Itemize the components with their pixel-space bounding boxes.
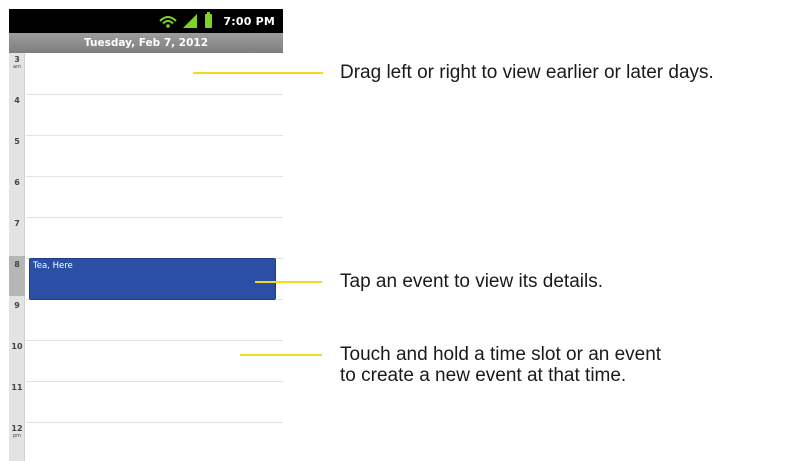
hour-label-4: 4 [14, 96, 20, 105]
hour-divider [26, 176, 283, 177]
callout-line [255, 281, 322, 283]
signal-icon [183, 14, 198, 28]
hour-label-10: 10 [11, 342, 23, 351]
wifi-icon [159, 16, 178, 28]
status-time: 7:00 PM [223, 14, 275, 28]
hour-label-5: 5 [14, 137, 20, 146]
calendar-day-view: 7:00 PM Tuesday, Feb 7, 2012 3 am 4 5 6 7… [9, 9, 283, 461]
hour-divider [26, 422, 283, 423]
hour-label-7: 7 [14, 219, 20, 228]
hour-label-6: 6 [14, 178, 20, 187]
calendar-event[interactable]: Tea, Here [29, 258, 276, 300]
callout-line [240, 354, 322, 356]
hour-divider [26, 135, 283, 136]
callout-tap-event: Tap an event to view its details. [340, 271, 603, 292]
hour-label-12: 12 pm [11, 424, 23, 439]
date-header[interactable]: Tuesday, Feb 7, 2012 [9, 33, 283, 53]
hour-divider [26, 340, 283, 341]
callout-drag-days: Drag left or right to view earlier or la… [340, 62, 714, 83]
event-title: Tea, Here [33, 261, 73, 271]
battery-icon [205, 12, 213, 28]
hour-divider [26, 217, 283, 218]
hour-label-9: 9 [14, 301, 20, 310]
callout-line [193, 72, 323, 74]
hour-column: 3 am 4 5 6 7 8 9 10 11 12 pm [9, 53, 25, 461]
hour-divider [26, 94, 283, 95]
callout-touch-hold: Touch and hold a time slot or an event t… [340, 344, 662, 386]
hour-label-11: 11 [11, 383, 23, 392]
hour-label-8: 8 [14, 260, 20, 269]
status-bar: 7:00 PM [9, 9, 283, 33]
hour-label-3: 3 am [13, 55, 21, 70]
hour-divider [26, 381, 283, 382]
time-slot-grid[interactable]: Tea, Here [26, 53, 283, 461]
